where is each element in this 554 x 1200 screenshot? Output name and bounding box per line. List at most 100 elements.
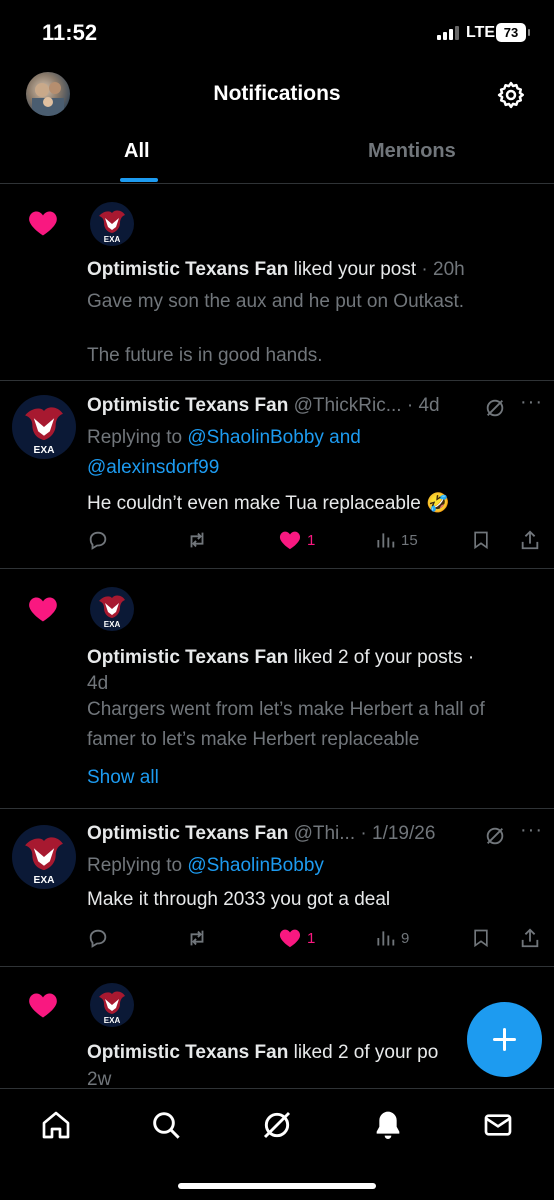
retweet-icon	[190, 532, 204, 548]
active-tab-indicator	[120, 178, 158, 182]
mention-link[interactable]: @ShaolinBobby	[187, 855, 324, 876]
status-bar: 11:52 LTE 73	[0, 0, 554, 66]
user-handle[interactable]: @ThickRic...	[294, 395, 402, 416]
svg-text:EXA: EXA	[104, 1016, 121, 1025]
view-count: 15	[401, 531, 418, 549]
heart-icon	[29, 211, 57, 236]
like-button[interactable]: 1	[279, 925, 315, 951]
views-button[interactable]: 9	[375, 925, 409, 951]
share-button[interactable]	[519, 527, 541, 553]
mention-link[interactable]: @ShaolinBobby	[187, 427, 324, 448]
like-count: 1	[307, 531, 316, 549]
reply-button[interactable]	[87, 527, 109, 553]
reply-notification[interactable]: EXA Optimistic Texans Fan @Thi... · 1/19…	[0, 809, 554, 967]
user-avatar[interactable]: EXA	[90, 983, 134, 1027]
tab-mentions[interactable]: Mentions	[368, 140, 456, 163]
view-count: 9	[401, 929, 410, 947]
tab-all[interactable]: All	[124, 140, 150, 163]
user-name[interactable]: Optimistic Texans Fan	[87, 259, 288, 280]
show-all-link[interactable]: Show all	[87, 767, 159, 789]
user-handle[interactable]: @Thi...	[294, 823, 356, 844]
retweet-button[interactable]	[186, 925, 208, 951]
bookmark-button[interactable]	[471, 925, 491, 951]
home-icon[interactable]	[40, 1109, 72, 1141]
page-title: Notifications	[213, 82, 341, 105]
user-avatar[interactable]: EXA	[90, 587, 134, 631]
like-count: 1	[307, 929, 316, 947]
svg-text:EXA: EXA	[104, 620, 121, 629]
messages-envelope-icon[interactable]	[482, 1109, 514, 1141]
reply-button[interactable]	[87, 925, 109, 951]
replying-to-label: Replying to	[87, 427, 183, 448]
share-icon	[521, 928, 539, 948]
views-button[interactable]: 15	[375, 527, 418, 553]
notification-action: liked your post	[293, 259, 417, 280]
user-avatar[interactable]: EXA	[12, 825, 76, 889]
like-notification[interactable]: EXA Optimistic Texans Fan liked 2 of you…	[0, 569, 554, 809]
replying-to-label: Replying to	[87, 855, 183, 876]
notification-time: 2w	[87, 1069, 112, 1088]
notification-time: 4d	[87, 673, 109, 694]
bookmark-icon	[474, 531, 488, 550]
user-name[interactable]: Optimistic Texans Fan	[87, 395, 288, 416]
post-preview-line: famer to let’s make Herbert replaceable	[87, 729, 420, 750]
notifications-bell-icon[interactable]	[372, 1109, 404, 1141]
signal-icon	[437, 26, 459, 40]
svg-text:EXA: EXA	[34, 875, 56, 886]
more-options-icon[interactable]: ···	[520, 391, 543, 414]
like-button[interactable]: 1	[279, 527, 315, 553]
compose-post-button[interactable]	[467, 1002, 542, 1077]
retweet-button[interactable]	[186, 527, 208, 553]
post-preview-line: The future is in good hands.	[87, 345, 323, 366]
user-name[interactable]: Optimistic Texans Fan	[87, 1042, 288, 1063]
reply-text: Make it through 2033 you got a deal	[87, 889, 391, 910]
notifications-feed[interactable]: EXA Optimistic Texans Fan liked your pos…	[0, 185, 554, 1088]
share-button[interactable]	[519, 925, 541, 951]
like-icon	[279, 531, 301, 550]
views-icon	[377, 533, 395, 548]
user-name[interactable]: Optimistic Texans Fan	[87, 823, 288, 844]
post-preview-line: Gave my son the aux and he put on Outkas…	[87, 291, 465, 312]
bookmark-button[interactable]	[471, 527, 491, 553]
bookmark-icon	[474, 929, 488, 948]
user-avatar[interactable]: EXA	[12, 395, 76, 459]
svg-text:EXA: EXA	[34, 445, 56, 456]
grok-icon[interactable]	[484, 397, 506, 419]
home-indicator	[178, 1183, 376, 1189]
retweet-icon	[190, 930, 204, 946]
heart-icon	[29, 993, 57, 1018]
notification-header-line: Optimistic Texans Fan liked 2 of your po	[87, 1042, 438, 1064]
grok-icon[interactable]	[261, 1109, 293, 1141]
reply-text: He couldn’t even make Tua replaceable 🤣	[87, 493, 450, 514]
reply-actions: 1 15	[87, 527, 547, 553]
svg-text:EXA: EXA	[104, 235, 121, 244]
mention-link[interactable]: @alexinsdorf99	[87, 457, 219, 479]
gear-icon[interactable]	[496, 80, 526, 110]
user-avatar[interactable]: EXA	[90, 202, 134, 246]
replying-to-line: Replying to @ShaolinBobby and	[87, 427, 361, 449]
views-icon	[377, 931, 395, 946]
search-icon[interactable]	[150, 1109, 182, 1141]
reply-notification[interactable]: EXA Optimistic Texans Fan @ThickRic... ·…	[0, 381, 554, 569]
more-options-icon[interactable]: ···	[520, 819, 543, 842]
user-name[interactable]: Optimistic Texans Fan	[87, 647, 288, 668]
reply-actions: 1 9	[87, 925, 547, 951]
heart-icon	[29, 597, 57, 622]
notification-action: liked 2 of your posts ·	[293, 647, 475, 668]
reply-time: · 4d	[406, 395, 440, 416]
share-icon	[521, 530, 539, 550]
replying-and: and	[329, 427, 361, 448]
reply-time: · 1/19/26	[360, 823, 436, 844]
status-time: 11:52	[42, 20, 98, 45]
notification-header-line: Optimistic Texans Fan liked 2 of your po…	[87, 647, 474, 669]
like-icon	[279, 929, 301, 948]
like-notification[interactable]: EXA Optimistic Texans Fan liked your pos…	[0, 185, 554, 381]
reply-icon	[89, 531, 107, 550]
grok-icon[interactable]	[484, 825, 506, 847]
notification-header-line: Optimistic Texans Fan liked your post · …	[87, 259, 465, 281]
battery-indicator: 73	[496, 23, 530, 42]
reply-icon	[89, 929, 107, 948]
network-type: LTE	[466, 24, 496, 41]
reply-header-line: Optimistic Texans Fan @ThickRic... · 4d	[87, 395, 440, 417]
post-preview-line: Chargers went from let’s make Herbert a …	[87, 699, 485, 720]
